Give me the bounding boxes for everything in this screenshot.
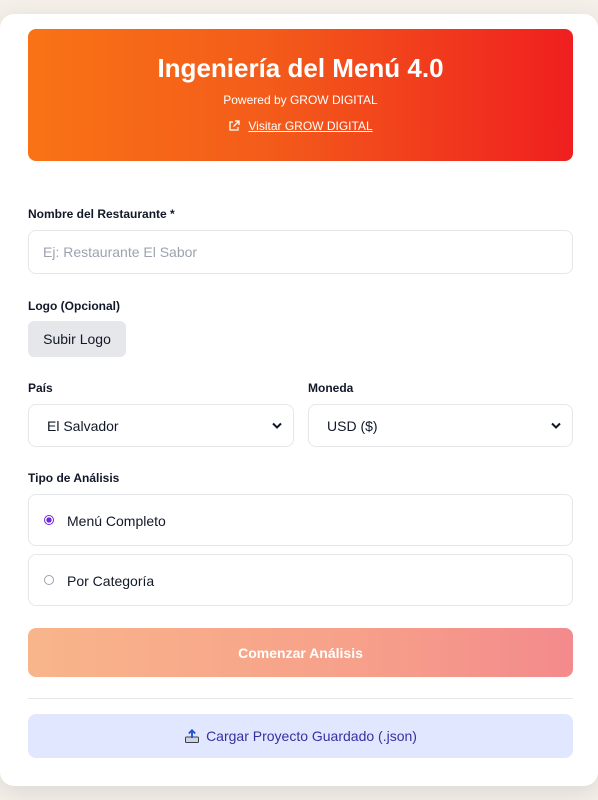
analysis-option-full-menu[interactable]: Menú Completo <box>28 494 573 546</box>
analysis-option-label: Menú Completo <box>67 513 166 529</box>
start-analysis-button[interactable]: Comenzar Análisis <box>28 628 573 677</box>
country-select-value: El Salvador <box>47 418 119 434</box>
currency-select-value: USD ($) <box>327 418 378 434</box>
radio-selected-icon[interactable] <box>44 515 54 525</box>
upload-logo-button[interactable]: Subir Logo <box>28 321 126 357</box>
app-title: Ingeniería del Menú 4.0 <box>157 53 444 83</box>
currency-label: Moneda <box>308 381 354 395</box>
visit-link-label: Visitar GROW DIGITAL <box>248 119 373 133</box>
chevron-down-icon <box>551 422 561 429</box>
header-banner: Ingeniería del Menú 4.0 Powered by GROW … <box>28 29 573 161</box>
logo-label: Logo (Opcional) <box>28 299 120 313</box>
external-link-icon <box>229 120 241 131</box>
analysis-option-label: Por Categoría <box>67 573 155 589</box>
currency-select[interactable]: USD ($) <box>308 404 573 447</box>
analysis-type-label: Tipo de Análisis <box>28 471 120 485</box>
analysis-option-by-category[interactable]: Por Categoría <box>28 554 573 606</box>
powered-by-text: Powered by GROW DIGITAL <box>223 93 378 107</box>
restaurant-name-input[interactable] <box>28 230 573 274</box>
load-saved-project-button[interactable]: Cargar Proyecto Guardado (.json) <box>28 714 573 758</box>
divider <box>28 698 573 699</box>
upload-tray-icon <box>185 729 200 743</box>
load-button-label: Cargar Proyecto Guardado (.json) <box>206 728 417 744</box>
restaurant-name-label: Nombre del Restaurante * <box>28 207 175 221</box>
country-label: País <box>28 381 53 395</box>
visit-grow-digital-link[interactable]: Visitar GROW DIGITAL <box>28 119 573 133</box>
radio-unselected-icon[interactable] <box>44 575 54 585</box>
chevron-down-icon <box>272 422 282 429</box>
country-select[interactable]: El Salvador <box>28 404 294 447</box>
